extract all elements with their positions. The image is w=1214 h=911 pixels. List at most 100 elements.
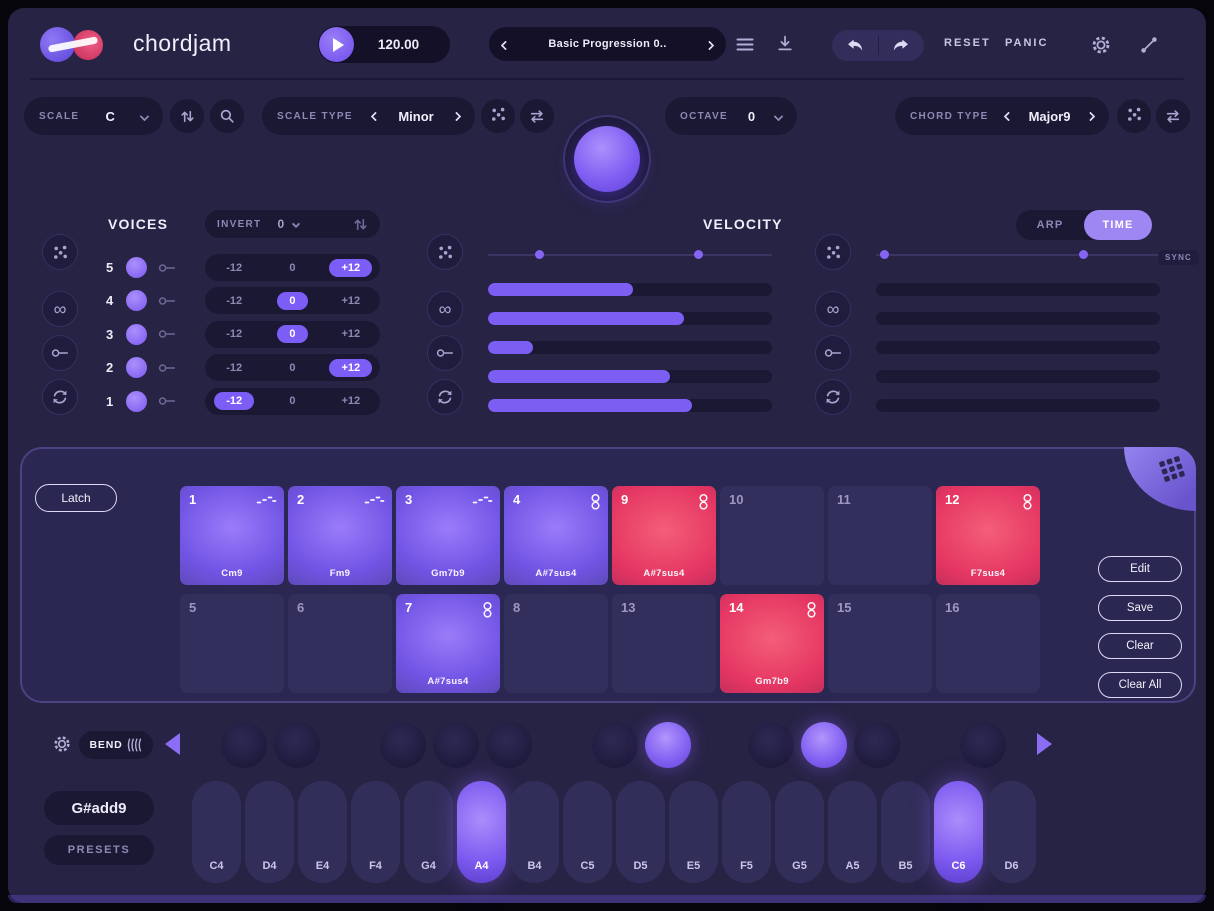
piano-key-e5[interactable]: E5	[669, 781, 718, 883]
velocity-range-slider[interactable]	[488, 249, 772, 260]
chevron-right-icon[interactable]	[1086, 111, 1096, 121]
chord-pad[interactable]: 1Cm9	[180, 486, 284, 585]
voice-link-icon[interactable]	[158, 328, 177, 340]
chord-pad[interactable]: 8	[504, 594, 608, 693]
master-knob[interactable]	[574, 126, 640, 192]
piano-key-c5[interactable]: C5	[563, 781, 612, 883]
slider-handle[interactable]	[1079, 250, 1088, 259]
voice-transpose-option[interactable]: +12	[322, 259, 380, 277]
level-bar[interactable]	[488, 399, 772, 412]
chevron-left-icon[interactable]	[1004, 111, 1014, 121]
voice-link-icon[interactable]	[158, 295, 177, 307]
level-bar[interactable]	[876, 341, 1160, 354]
voice-transpose-option[interactable]: 0	[263, 259, 321, 277]
preset-prev-button[interactable]	[502, 37, 509, 52]
black-key-knob[interactable]	[801, 722, 847, 768]
redo-button[interactable]	[879, 37, 925, 54]
chevron-left-icon[interactable]	[371, 111, 381, 121]
voice-transpose-option[interactable]: -12	[205, 292, 263, 310]
chord-pad[interactable]: 9A#7sus4	[612, 486, 716, 585]
clear-button[interactable]: Clear	[1098, 633, 1182, 659]
edit-button[interactable]: Edit	[1098, 556, 1182, 582]
midi-patch-icon[interactable]	[1139, 35, 1159, 55]
slider-handle[interactable]	[880, 250, 889, 259]
black-key-knob[interactable]	[854, 722, 900, 768]
preset-next-button[interactable]	[706, 37, 713, 52]
keyboard-gear-icon[interactable]	[52, 734, 72, 754]
time-range-slider[interactable]	[876, 249, 1160, 260]
dice-icon[interactable]	[815, 234, 851, 270]
piano-key-b4[interactable]: B4	[510, 781, 559, 883]
level-bar[interactable]	[488, 312, 772, 325]
play-button[interactable]	[319, 27, 354, 62]
voice-transpose-option[interactable]: +12	[322, 359, 380, 377]
arp-tab[interactable]: ARP	[1016, 210, 1084, 240]
preset-name[interactable]: Basic Progression 0..	[548, 38, 666, 50]
link-icon[interactable]	[815, 335, 851, 371]
voice-transpose-option[interactable]: -12	[205, 392, 263, 410]
level-bar[interactable]	[876, 312, 1160, 325]
chord-type-swap-icon[interactable]	[1156, 99, 1190, 133]
black-key-knob[interactable]	[274, 722, 320, 768]
panic-button[interactable]: PANIC	[1005, 37, 1048, 49]
infinity-icon[interactable]: ∞	[815, 291, 851, 327]
chord-pad[interactable]: 11	[828, 486, 932, 585]
voice-link-icon[interactable]	[158, 362, 177, 374]
voice-transpose-option[interactable]: -12	[205, 359, 263, 377]
bpm-display[interactable]: 120.00	[355, 37, 442, 52]
voice-transpose-option[interactable]: 0	[263, 325, 321, 343]
pads-corner-badge[interactable]	[1124, 447, 1196, 511]
presets-button[interactable]: PRESETS	[44, 835, 154, 865]
level-bar[interactable]	[876, 283, 1160, 296]
chord-pad[interactable]: 10	[720, 486, 824, 585]
black-key-knob[interactable]	[645, 722, 691, 768]
piano-key-c6[interactable]: C6	[934, 781, 983, 883]
piano-key-g5[interactable]: G5	[775, 781, 824, 883]
voice-transpose-option[interactable]: 0	[263, 392, 321, 410]
invert-sort-icon[interactable]	[353, 217, 368, 232]
chord-pad[interactable]: 5	[180, 594, 284, 693]
menu-icon[interactable]	[735, 37, 755, 52]
chord-type-dice-icon[interactable]	[1117, 99, 1151, 133]
time-tab[interactable]: TIME	[1084, 210, 1152, 240]
latch-button[interactable]: Latch	[35, 484, 117, 512]
scale-sort-icon[interactable]	[170, 99, 204, 133]
chord-pad[interactable]: 7A#7sus4	[396, 594, 500, 693]
piano-key-d5[interactable]: D5	[616, 781, 665, 883]
piano-key-c4[interactable]: C4	[192, 781, 241, 883]
chord-pad[interactable]: 6	[288, 594, 392, 693]
black-key-knob[interactable]	[960, 722, 1006, 768]
voice-transpose-option[interactable]: +12	[322, 325, 380, 343]
scroll-left-arrow[interactable]	[165, 733, 180, 755]
voice-link-icon[interactable]	[158, 395, 177, 407]
refresh-icon[interactable]	[815, 379, 851, 415]
level-bar[interactable]	[488, 341, 772, 354]
level-bar[interactable]	[488, 370, 772, 383]
scale-type-swap-icon[interactable]	[520, 99, 554, 133]
voice-enable-dot[interactable]	[126, 257, 147, 278]
voice-enable-dot[interactable]	[126, 324, 147, 345]
voice-transpose-option[interactable]: +12	[322, 392, 380, 410]
voice-transpose-option[interactable]: 0	[263, 359, 321, 377]
sync-badge[interactable]: SYNC	[1158, 250, 1199, 265]
chord-pad[interactable]: 16	[936, 594, 1040, 693]
scale-type-dice-icon[interactable]	[481, 99, 515, 133]
scale-selector[interactable]: SCALE C	[24, 97, 163, 135]
chord-pad[interactable]: 14Gm7b9	[720, 594, 824, 693]
chord-pad[interactable]: 15	[828, 594, 932, 693]
voice-transpose-option[interactable]: -12	[205, 259, 263, 277]
octave-selector[interactable]: OCTAVE 0	[665, 97, 797, 135]
clear-all-button[interactable]: Clear All	[1098, 672, 1182, 698]
piano-key-b5[interactable]: B5	[881, 781, 930, 883]
voice-transpose-option[interactable]: 0	[263, 292, 321, 310]
scale-search-icon[interactable]	[210, 99, 244, 133]
piano-key-d6[interactable]: D6	[987, 781, 1036, 883]
infinity-icon[interactable]: ∞	[42, 291, 78, 327]
dice-icon[interactable]	[427, 234, 463, 270]
slider-handle[interactable]	[535, 250, 544, 259]
chord-type-selector[interactable]: CHORD TYPE Major9	[895, 97, 1109, 135]
piano-key-a5[interactable]: A5	[828, 781, 877, 883]
settings-gear-icon[interactable]	[1090, 34, 1112, 56]
piano-key-a4[interactable]: A4	[457, 781, 506, 883]
piano-key-f4[interactable]: F4	[351, 781, 400, 883]
